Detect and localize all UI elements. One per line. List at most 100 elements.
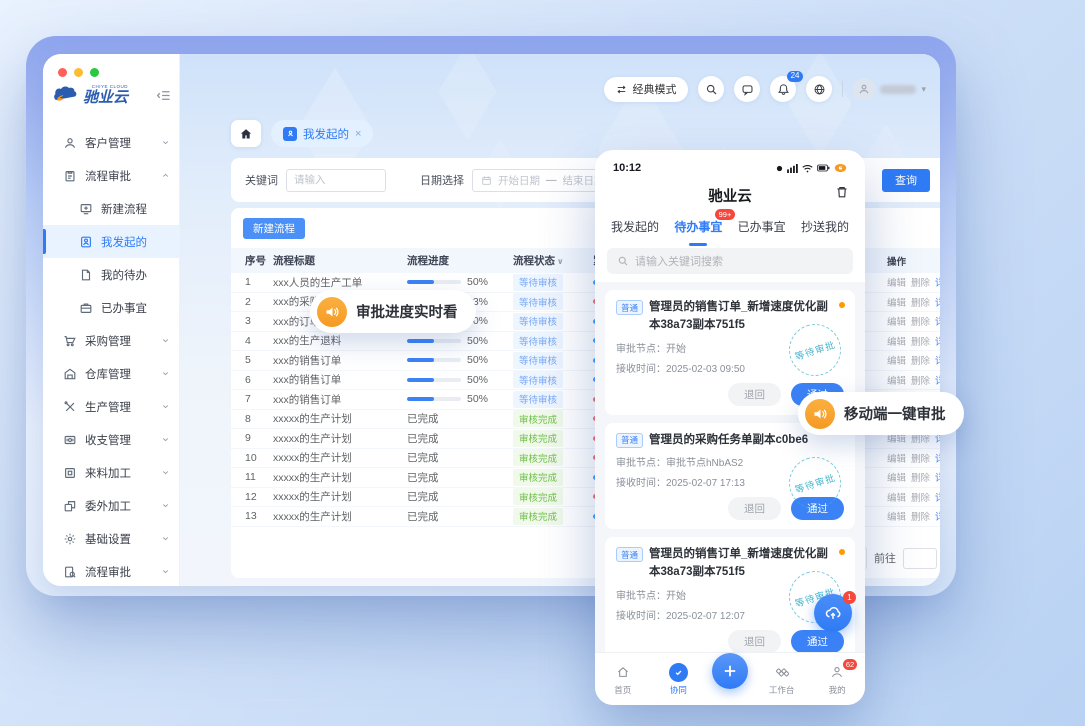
sidebar-item[interactable]: 来料加工 [43,456,180,489]
nav-item[interactable]: 工作台 [760,663,804,696]
delete-link[interactable]: 删除 [911,490,930,504]
page-goto-input[interactable] [903,548,937,569]
detail-link[interactable]: 详情 [935,509,940,523]
sidebar-item[interactable]: 流程审批 [43,555,180,586]
detail-link[interactable]: 详情 [935,373,940,387]
detail-link[interactable]: 详情 [935,490,940,504]
nav-item[interactable]: 首页 [601,663,645,696]
header-status[interactable]: 流程状态∨ [513,253,593,268]
edit-link[interactable]: 编辑 [887,490,906,504]
delete-link[interactable]: 删除 [911,451,930,465]
reject-button[interactable]: 退回 [728,497,781,520]
detail-link[interactable]: 详情 [935,275,940,289]
sidebar-item[interactable]: 仓库管理 [43,357,180,390]
sidebar-item[interactable]: 基础设置 [43,522,180,555]
sidebar-item[interactable]: 收支管理 [43,423,180,456]
sidebar-subitem[interactable]: 新建流程 [43,192,180,225]
query-button[interactable]: 查询 [882,169,930,192]
sidebar-item-label: 仓库管理 [85,366,161,382]
row-index: 3 [231,315,273,327]
sidebar-collapse-icon[interactable] [156,88,171,103]
home-icon[interactable] [231,120,261,147]
edit-link[interactable]: 编辑 [887,509,906,523]
sort-icon: ∨ [557,257,564,266]
delete-link[interactable]: 删除 [911,470,930,484]
bell-icon[interactable]: 24 [770,76,796,102]
close-tab-icon[interactable]: × [355,128,361,140]
edit-link[interactable]: 编辑 [887,314,906,328]
mobile-tab[interactable]: 已办事宜 [738,214,786,242]
status-badge: 审核完成 [513,430,563,447]
sync-icon [669,663,688,682]
delete-link[interactable]: 删除 [911,509,930,523]
mobile-tab[interactable]: 待办事宜99+ [674,214,722,242]
status-badge: 等待审核 [513,293,563,310]
edit-link[interactable]: 编辑 [887,275,906,289]
add-button[interactable] [712,653,748,689]
maximize-window-button[interactable] [90,68,99,77]
battery-icon [817,164,830,172]
approve-button[interactable]: 通过 [791,630,844,652]
status-icons [776,163,847,173]
cloud-upload-fab[interactable]: 1 [814,594,852,632]
sidebar-subitem[interactable]: 我发起的 [43,225,180,258]
delete-link[interactable]: 删除 [911,334,930,348]
sidebar-subitem[interactable]: 已办事宜 [43,291,180,324]
edit-link[interactable]: 编辑 [887,353,906,367]
row-title: xxx人员的生产工单 [273,275,407,290]
minimize-window-button[interactable] [74,68,83,77]
user-menu[interactable]: ▾ [853,78,926,100]
mobile-search-bar[interactable]: 请输入关键词搜索 [607,248,853,274]
reject-button[interactable]: 退回 [728,630,781,652]
edit-link[interactable]: 编辑 [887,334,906,348]
edit-link[interactable]: 编辑 [887,470,906,484]
nav-item[interactable]: 我的 62 [815,663,859,696]
sidebar-item[interactable]: 客户管理 [43,126,180,159]
approval-card[interactable]: 普通 管理员的采购任务单副本c0be6 等待审批审批节点：审批节点hNbAS2 … [605,423,855,530]
row-index: 2 [231,296,273,308]
trash-icon[interactable] [835,185,849,199]
decorative-cube [438,54,496,140]
edit-link[interactable]: 编辑 [887,451,906,465]
sidebar-item-label: 基础设置 [85,531,161,547]
globe-icon[interactable] [806,76,832,102]
detail-link[interactable]: 详情 [935,314,940,328]
status-badge: 审核完成 [513,508,563,525]
card-tag: 普通 [616,300,643,315]
signal-icon [787,164,798,173]
delete-link[interactable]: 删除 [911,275,930,289]
row-index: 12 [231,491,273,503]
classic-mode-button[interactable]: 经典模式 [604,77,688,102]
edit-link[interactable]: 编辑 [887,295,906,309]
sidebar-item[interactable]: 采购管理 [43,324,180,357]
delete-link[interactable]: 删除 [911,314,930,328]
tab-my-initiated[interactable]: 我发起的 × [271,120,373,147]
detail-link[interactable]: 详情 [935,470,940,484]
mobile-tab[interactable]: 抄送我的 [801,214,849,242]
new-process-button[interactable]: 新建流程 [243,218,305,239]
edit-link[interactable]: 编辑 [887,373,906,387]
search-icon[interactable] [698,76,724,102]
sidebar-item[interactable]: 委外加工 [43,489,180,522]
delete-link[interactable]: 删除 [911,373,930,387]
detail-link[interactable]: 详情 [935,353,940,367]
close-window-button[interactable] [58,68,67,77]
sidebar-item[interactable]: 流程审批 [43,159,180,192]
keyword-input[interactable] [286,169,386,192]
detail-link[interactable]: 详情 [935,334,940,348]
nav-active-item[interactable]: 协同 [656,663,700,696]
row-title: xxx的销售订单 [273,353,407,368]
sidebar-item[interactable]: 生产管理 [43,390,180,423]
chevron-down-icon [161,435,170,444]
delete-link[interactable]: 删除 [911,353,930,367]
detail-link[interactable]: 详情 [935,295,940,309]
approval-card[interactable]: 普通 管理员的销售订单_新增速度优化副本38a73副本751f5 等待审批审批节… [605,537,855,652]
delete-link[interactable]: 删除 [911,295,930,309]
reject-button[interactable]: 退回 [728,383,781,406]
sidebar-subitem[interactable]: 我的待办 [43,258,180,291]
detail-link[interactable]: 详情 [935,451,940,465]
message-icon[interactable] [734,76,760,102]
mobile-tab[interactable]: 我发起的 [611,214,659,242]
nav-label: 协同 [670,684,687,696]
mobile-title-bar: 驰业云 [595,182,865,208]
